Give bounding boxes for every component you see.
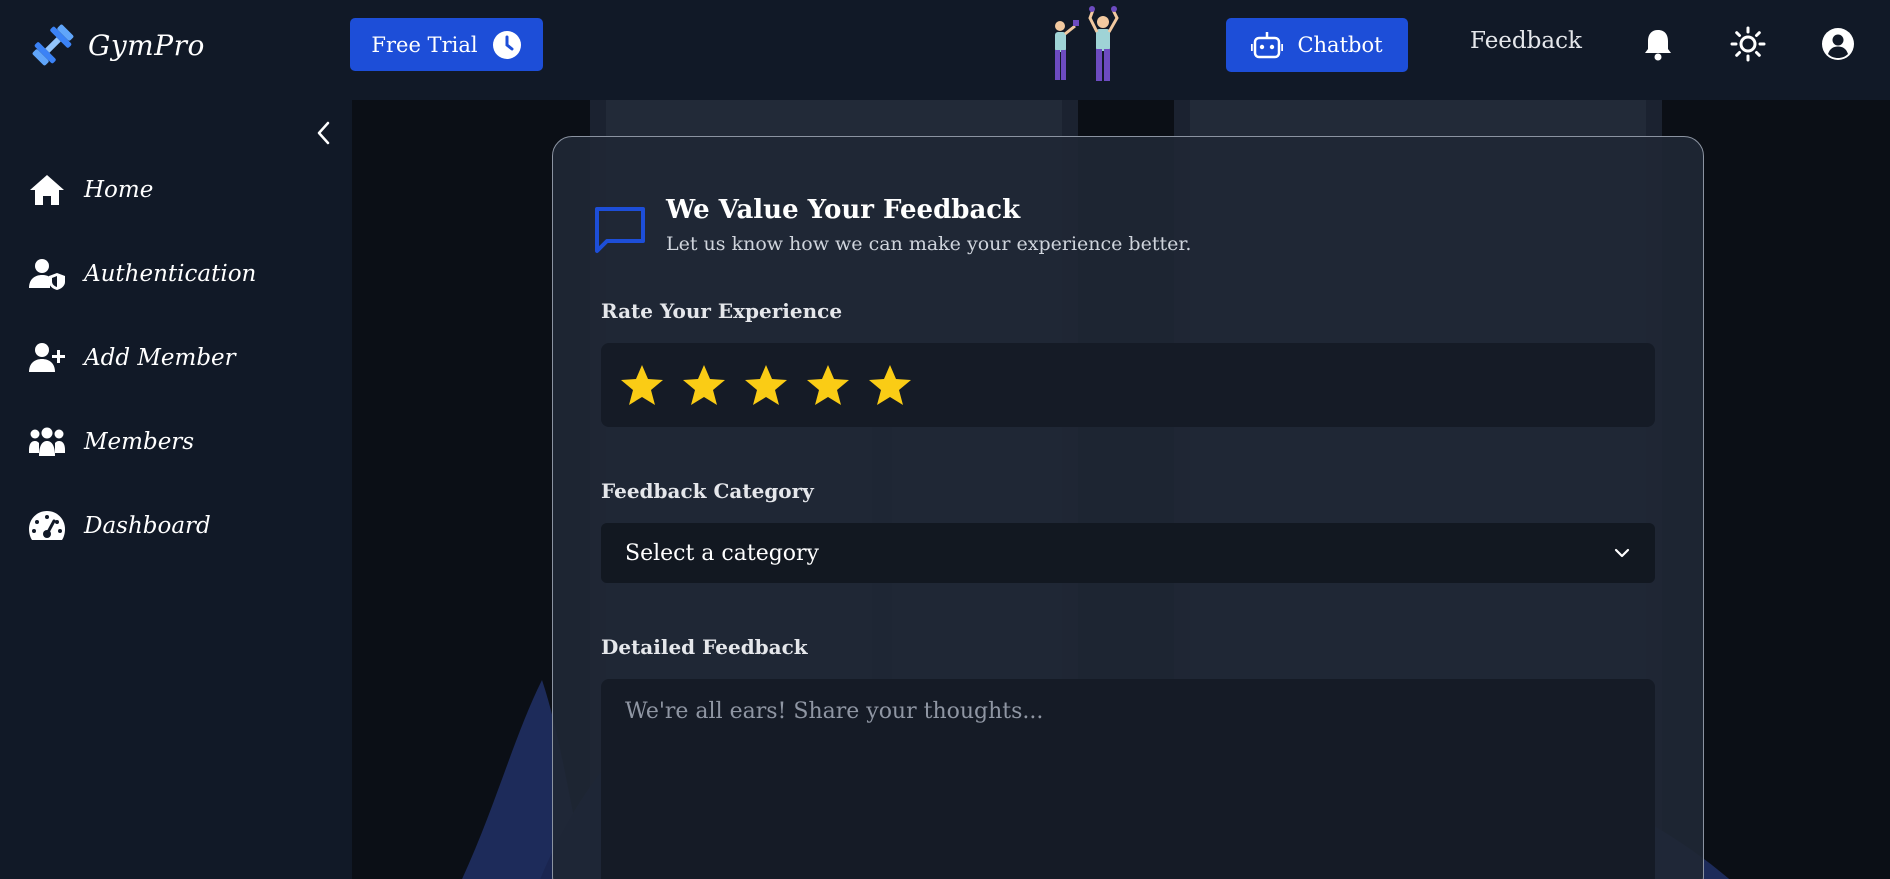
feedback-card: We Value Your Feedback Let us know how w… <box>552 136 1704 879</box>
card-subtitle: Let us know how we can make your experie… <box>666 233 1192 255</box>
sidebar-item-add-member[interactable]: Add Member <box>28 338 236 378</box>
star-3-icon[interactable] <box>743 362 789 408</box>
chatbot-button[interactable]: Chatbot <box>1226 18 1408 72</box>
chatbot-label: Chatbot <box>1297 33 1383 57</box>
sidebar: Home Authentication Add Member Members D… <box>0 100 352 879</box>
top-navbar: GymPro Free Trial Chatbot Feedback <box>0 0 1890 100</box>
chevron-down-icon <box>1614 548 1630 558</box>
detailed-feedback-input[interactable] <box>601 679 1655 879</box>
sidebar-item-label: Dashboard <box>84 513 211 539</box>
feedback-link[interactable]: Feedback <box>1470 28 1582 54</box>
star-4-icon[interactable] <box>805 362 851 408</box>
bell-icon[interactable] <box>1640 26 1676 62</box>
sidebar-item-home[interactable]: Home <box>28 170 153 210</box>
theme-toggle-sun-icon[interactable] <box>1730 26 1766 62</box>
user-plus-icon <box>29 343 65 372</box>
clock-icon <box>492 30 521 59</box>
free-trial-button[interactable]: Free Trial <box>350 18 543 71</box>
user-shield-icon <box>29 259 65 290</box>
details-label: Detailed Feedback <box>601 635 808 659</box>
dancers-illustration <box>1055 6 1119 81</box>
main-content: We Value Your Feedback Let us know how w… <box>352 100 1890 879</box>
card-title: We Value Your Feedback <box>666 195 1021 225</box>
star-1-icon[interactable] <box>619 362 665 408</box>
sidebar-item-label: Home <box>84 177 154 203</box>
dumbbell-logo-icon <box>32 24 74 66</box>
sidebar-item-dashboard[interactable]: Dashboard <box>28 506 211 546</box>
category-select-value: Select a category <box>625 540 819 566</box>
star-2-icon[interactable] <box>681 362 727 408</box>
sidebar-item-members[interactable]: Members <box>28 422 194 462</box>
gauge-icon <box>29 511 65 540</box>
sidebar-item-authentication[interactable]: Authentication <box>28 254 256 294</box>
users-icon <box>29 427 65 456</box>
user-profile-icon[interactable] <box>1820 26 1856 62</box>
chevron-left-icon[interactable] <box>312 118 334 148</box>
star-rating <box>601 343 1655 427</box>
sidebar-item-label: Authentication <box>84 261 257 287</box>
free-trial-label: Free Trial <box>371 32 478 57</box>
home-icon <box>30 175 64 205</box>
category-label: Feedback Category <box>601 479 814 503</box>
sidebar-item-label: Add Member <box>84 345 236 371</box>
message-square-icon <box>595 207 645 253</box>
star-5-icon[interactable] <box>867 362 913 408</box>
category-select[interactable]: Select a category <box>601 523 1655 583</box>
brand-name: GymPro <box>88 28 205 62</box>
sidebar-item-label: Members <box>84 429 195 455</box>
brand[interactable]: GymPro <box>28 20 205 70</box>
rating-label: Rate Your Experience <box>601 299 843 323</box>
robot-icon <box>1251 32 1284 59</box>
